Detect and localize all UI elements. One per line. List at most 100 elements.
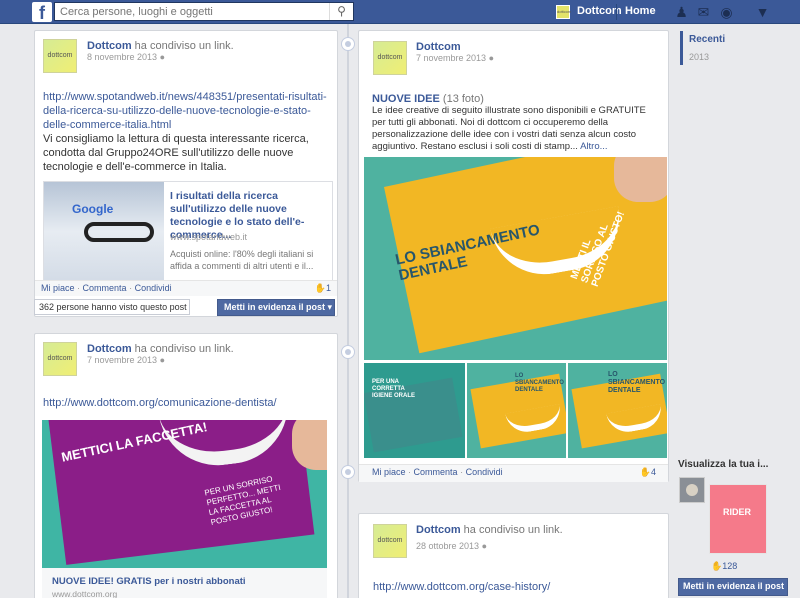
link-preview-domain: www.spotandweb.it [170, 232, 248, 242]
smile-graphic [606, 404, 665, 436]
hand-graphic [614, 157, 667, 202]
notifications-icon[interactable]: ◉ [718, 4, 735, 20]
timeline-nav-recent[interactable]: Recenti [689, 34, 725, 45]
globe-icon: ● [159, 52, 166, 62]
post-action-text: ha condiviso un link. [134, 343, 234, 355]
sidebar-ad-title[interactable]: Visualizza la tua i... [678, 459, 768, 470]
post-url-link[interactable]: http://www.dottcom.org/case-history/ [373, 580, 653, 594]
friends-icon[interactable]: ♟ [673, 4, 690, 20]
see-more-link[interactable]: Altro... [580, 141, 607, 152]
link-preview-description: Acquisti online: l'80% degli italiani si… [170, 249, 314, 271]
like-link[interactable]: Mi piace [372, 467, 406, 477]
action-separator: · [129, 283, 133, 293]
thumbs-up-icon: ✋ [314, 283, 326, 293]
settings-icon[interactable]: ▼ [754, 4, 771, 20]
post-action-text: ha condiviso un link. [463, 524, 563, 536]
post-date-link[interactable]: 7 novembre 2013 [87, 355, 157, 365]
action-separator: · [460, 467, 464, 477]
post-avatar[interactable]: dottcom [373, 524, 407, 558]
link-preview-domain: www.dottcom.org [52, 589, 118, 598]
post-reach-box: 362 persone hanno visto questo post [34, 299, 190, 315]
avatar[interactable] [679, 477, 705, 503]
comment-link[interactable]: Commenta [414, 467, 458, 477]
link-preview-image[interactable]: METTICI LA FACCETTA! PER UN SORRISO PERF… [42, 420, 327, 568]
smile-graphic [505, 404, 564, 436]
page-avatar[interactable]: dottcom [556, 5, 571, 19]
post-url-link[interactable]: http://www.dottcom.org/comunicazione-den… [43, 396, 333, 410]
link-preview-card[interactable]: Google I risultati della ricerca sull'ut… [43, 181, 333, 292]
action-separator: · [408, 467, 412, 477]
thumbnail-text: LO SBIANCAMENTO DENTALE [608, 371, 666, 394]
post-card-1: dottcom Dottcom ha condiviso un link. 8 … [34, 30, 338, 317]
link-preview-caption[interactable]: NUOVE IDEE! GRATIS per i nostri abbonati… [42, 568, 327, 598]
chevron-down-icon: ▾ [327, 302, 333, 312]
post-date-link[interactable]: 28 ottobre 2013 [416, 541, 479, 551]
timeline-nav: Recenti 2013 [680, 31, 780, 65]
glasses-graphic [84, 222, 154, 242]
post-date-line: 7 novembre 2013 ● [416, 53, 494, 63]
album-thumbnail-3[interactable]: LO SBIANCAMENTO DENTALE [568, 363, 667, 458]
post-author-line: Dottcom ha condiviso un link. [87, 343, 234, 355]
post-text: Vi consigliamo la lettura di questa inte… [43, 133, 309, 173]
post-date-line: 8 novembre 2013 ● [87, 52, 165, 62]
like-link[interactable]: Mi piace [41, 283, 75, 293]
thumbnail-text: LO SBIANCAMENTO DENTALE [515, 373, 564, 393]
timeline-dot [341, 345, 355, 359]
link-preview-image[interactable]: Google [44, 182, 164, 292]
post-author-line: Dottcom ha condiviso un link. [416, 524, 563, 536]
album-main-photo[interactable]: LO SBIANCAMENTO DENTALE METTI IL SORRISO… [364, 157, 667, 360]
post-date-line: 28 ottobre 2013 ● [416, 541, 487, 551]
like-count[interactable]: ✋1 [315, 281, 331, 296]
post-date-link[interactable]: 7 novembre 2013 [416, 53, 486, 63]
post-avatar[interactable]: dottcom [43, 39, 77, 73]
timeline-dot [341, 465, 355, 479]
like-count-value: 128 [722, 561, 738, 571]
album-thumbnail-1[interactable]: PER UNA CORRETTA IGIENE ORALE [364, 363, 465, 458]
album-title-link[interactable]: NUOVE IDEE [372, 93, 440, 105]
post-action-bar: Mi piace · Commenta · Condividi ✋4 [359, 464, 668, 482]
post-author-line: Dottcom ha condiviso un link. [87, 40, 234, 52]
share-link[interactable]: Condividi [135, 283, 172, 293]
post-author-link[interactable]: Dottcom [87, 343, 132, 355]
preview-image-text: Google [72, 202, 114, 216]
action-separator: · [77, 283, 81, 293]
post-date-link[interactable]: 8 novembre 2013 [87, 52, 157, 62]
messages-icon[interactable]: ✉ [695, 4, 712, 20]
page-name-link[interactable]: Dottcom [577, 5, 622, 17]
post-date-line: 7 novembre 2013 ● [87, 355, 165, 365]
album-thumbnail-2[interactable]: LO SBIANCAMENTO DENTALE [467, 363, 566, 458]
boost-post-button[interactable]: Metti in evidenza il post ▾ [217, 299, 335, 316]
post-action-bar: Mi piace · Commenta · Condividi ✋1 [35, 280, 337, 296]
post-avatar[interactable]: dottcom [373, 41, 407, 75]
link-preview-title[interactable]: NUOVE IDEE! GRATIS per i nostri abbonati [52, 576, 246, 587]
album-photo-count: (13 foto) [442, 93, 484, 105]
thumbs-up-icon: ✋ [711, 561, 723, 571]
like-count-value: 4 [650, 467, 656, 477]
ad-image-text: RIDER [723, 507, 752, 517]
like-count[interactable]: ✋128 [711, 561, 737, 572]
post-avatar[interactable]: dottcom [43, 342, 77, 376]
thumbnail-text: PER UNA CORRETTA IGIENE ORALE [372, 379, 416, 399]
search-input[interactable] [55, 3, 325, 20]
divider [616, 4, 617, 20]
share-link[interactable]: Condividi [466, 467, 503, 477]
home-link[interactable]: Home [625, 5, 656, 17]
timeline-nav-year[interactable]: 2013 [689, 52, 709, 62]
boost-post-button[interactable]: Metti in evidenza il post [678, 578, 788, 596]
like-count[interactable]: ✋4 [640, 465, 656, 480]
search-box[interactable]: ⚲ [54, 2, 354, 21]
post-author-link[interactable]: Dottcom [87, 40, 132, 52]
post-author-link[interactable]: Dottcom [416, 41, 461, 53]
globe-icon: ● [159, 355, 166, 365]
post-action-text: ha condiviso un link. [134, 40, 234, 52]
comment-link[interactable]: Commenta [83, 283, 127, 293]
timeline-dot [341, 37, 355, 51]
globe-icon: ● [488, 53, 495, 63]
search-icon[interactable]: ⚲ [329, 3, 353, 20]
facebook-logo-icon[interactable]: f [32, 2, 52, 23]
sidebar-ad-image[interactable]: RIDER [709, 484, 767, 554]
boost-label: Metti in evidenza il post [224, 302, 326, 312]
post-author-link[interactable]: Dottcom [416, 524, 461, 536]
post-url-link[interactable]: http://www.spotandweb.it/news/448351/pre… [43, 90, 333, 132]
globe-icon: ● [481, 541, 488, 551]
